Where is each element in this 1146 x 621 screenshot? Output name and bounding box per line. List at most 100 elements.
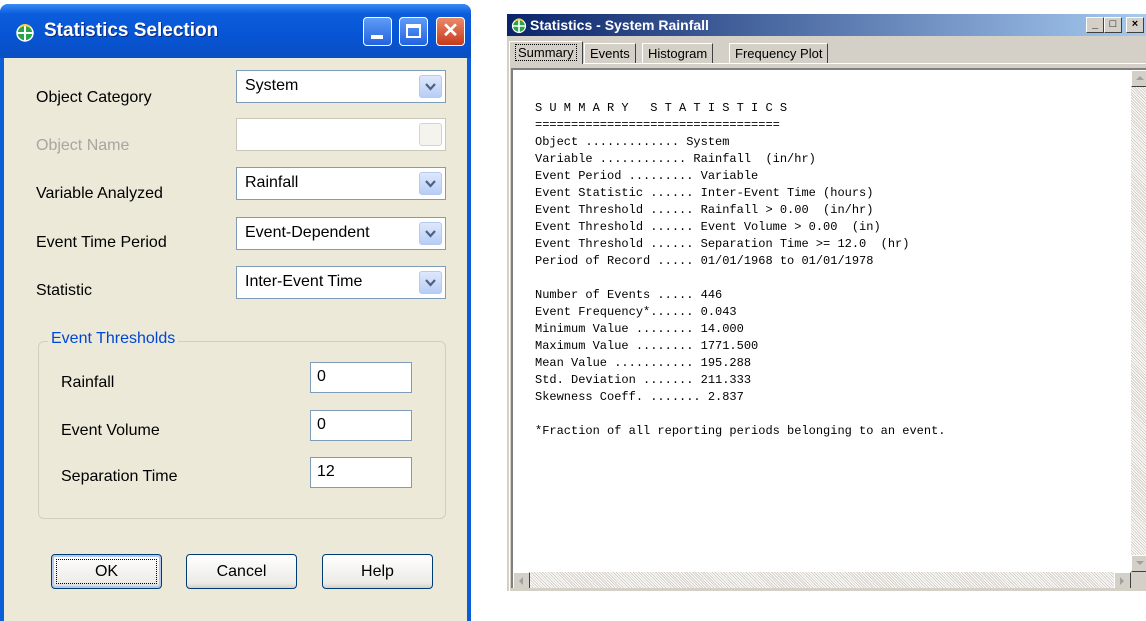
- variable-analyzed-label: Variable Analyzed: [36, 185, 163, 202]
- help-button-label: Help: [361, 563, 394, 580]
- close-button[interactable]: ×: [1126, 17, 1144, 33]
- variable-analyzed-dropdown-button[interactable]: [419, 172, 442, 195]
- summary-footnote: *Fraction of all reporting periods belon…: [535, 424, 946, 438]
- event-time-period-value: Event-Dependent: [245, 224, 370, 241]
- tab-histogram-label: Histogram: [648, 46, 708, 61]
- scroll-up-button[interactable]: [1131, 70, 1146, 87]
- rainfall-threshold-value: 0: [317, 368, 326, 385]
- arrow-left-icon: [519, 577, 523, 585]
- close-button[interactable]: ✕: [436, 17, 465, 46]
- chevron-down-icon: [425, 279, 436, 287]
- statistic-select[interactable]: Inter-Event Time: [236, 266, 446, 299]
- summary-line-skewness: Skewness Coeff. ....... 2.837: [535, 390, 744, 404]
- variable-analyzed-value: Rainfall: [245, 174, 299, 191]
- chevron-down-icon: [425, 230, 436, 238]
- help-button[interactable]: Help: [322, 554, 433, 589]
- maximize-icon: □: [1109, 18, 1117, 30]
- summary-line-mean-value: Mean Value ........... 195.288: [535, 356, 752, 370]
- rainfall-threshold-input[interactable]: 0: [310, 362, 412, 393]
- scroll-down-button[interactable]: [1131, 555, 1146, 572]
- window-title: Statistics - System Rainfall: [530, 17, 709, 33]
- arrow-right-icon: [1120, 577, 1124, 585]
- statistic-value: Inter-Event Time: [245, 273, 363, 290]
- summary-line-variable: Variable ............ Rainfall (in/hr): [535, 152, 816, 166]
- summary-line-std-deviation: Std. Deviation ....... 211.333: [535, 373, 752, 387]
- tab-summary-label: Summary: [515, 44, 577, 61]
- statistic-label: Statistic: [36, 282, 93, 299]
- ok-button[interactable]: OK: [51, 554, 162, 589]
- summary-report-content: S U M M A R Y S T A T I S T I C S ======…: [535, 100, 945, 440]
- summary-heading: S U M M A R Y S T A T I S T I C S: [535, 101, 788, 115]
- summary-line-event-statistic: Event Statistic ...... Inter-Event Time …: [535, 186, 874, 200]
- statistics-report-window: Statistics - System Rainfall _ □ × Summa…: [507, 14, 1146, 591]
- summary-rule: ==================================: [535, 118, 780, 132]
- statistics-selection-dialog: Statistics Selection ✕ Object Category S…: [0, 4, 471, 621]
- vertical-scroll-track[interactable]: [1131, 87, 1146, 555]
- close-icon: ✕: [442, 20, 459, 42]
- event-time-period-select[interactable]: Event-Dependent: [236, 217, 446, 250]
- minimize-icon: [371, 35, 383, 39]
- separation-time-input[interactable]: 12: [310, 457, 412, 488]
- object-category-dropdown-button[interactable]: [419, 75, 442, 98]
- arrow-up-icon: [1136, 76, 1144, 80]
- close-icon: ×: [1131, 18, 1139, 30]
- horizontal-scrollbar[interactable]: [513, 572, 1131, 588]
- statistic-dropdown-button[interactable]: [419, 271, 442, 294]
- event-time-period-dropdown-button[interactable]: [419, 222, 442, 245]
- separation-time-label: Separation Time: [61, 468, 178, 485]
- tab-histogram[interactable]: Histogram: [642, 43, 714, 63]
- variable-analyzed-select[interactable]: Rainfall: [236, 167, 446, 200]
- summary-line-number-of-events: Number of Events ..... 446: [535, 288, 723, 302]
- tab-events[interactable]: Events: [584, 43, 636, 63]
- scrollbar-corner: [1131, 572, 1146, 588]
- event-volume-threshold-label: Event Volume: [61, 422, 160, 439]
- object-name-dropdown-button: [419, 123, 442, 146]
- tab-summary[interactable]: Summary: [509, 41, 583, 64]
- summary-line-minimum-value: Minimum Value ........ 14.000: [535, 322, 744, 336]
- chevron-down-icon: [425, 83, 436, 91]
- object-category-label: Object Category: [36, 89, 152, 106]
- cancel-button[interactable]: Cancel: [186, 554, 297, 589]
- vertical-scrollbar[interactable]: [1131, 70, 1146, 572]
- object-category-select[interactable]: System: [236, 70, 446, 103]
- dialog-title: Statistics Selection: [44, 20, 219, 41]
- maximize-icon: [406, 24, 421, 38]
- scroll-right-button[interactable]: [1114, 572, 1131, 588]
- separation-time-value: 12: [317, 463, 335, 480]
- object-name-select: [236, 118, 446, 151]
- object-category-value: System: [245, 77, 299, 94]
- maximize-button[interactable]: [399, 17, 428, 46]
- swmm-app-icon: [511, 18, 527, 34]
- summary-line-maximum-value: Maximum Value ........ 1771.500: [535, 339, 759, 353]
- summary-line-object: Object ............. System: [535, 135, 730, 149]
- focus-rectangle: [56, 559, 157, 584]
- minimize-button[interactable]: [363, 17, 392, 46]
- event-thresholds-legend: Event Thresholds: [48, 330, 179, 348]
- dialog-body: Object Category System Object Name Varia…: [4, 58, 467, 621]
- event-time-period-label: Event Time Period: [36, 234, 167, 251]
- summary-line-event-frequency: Event Frequency*...... 0.043: [535, 305, 737, 319]
- event-volume-threshold-input[interactable]: 0: [310, 410, 412, 441]
- cancel-button-label: Cancel: [216, 563, 267, 580]
- summary-line-period-of-record: Period of Record ..... 01/01/1968 to 01/…: [535, 254, 874, 268]
- swmm-app-icon: [16, 24, 34, 42]
- summary-line-threshold-volume: Event Threshold ...... Event Volume > 0.…: [535, 220, 881, 234]
- chevron-down-icon: [425, 180, 436, 188]
- horizontal-scroll-track[interactable]: [530, 572, 1114, 588]
- summary-line-threshold-rainfall: Event Threshold ...... Rainfall > 0.00 (…: [535, 203, 874, 217]
- minimize-button[interactable]: _: [1086, 17, 1104, 33]
- event-volume-threshold-value: 0: [317, 416, 326, 433]
- tab-events-label: Events: [590, 46, 630, 61]
- summary-report-text[interactable]: S U M M A R Y S T A T I S T I C S ======…: [511, 68, 1146, 588]
- summary-line-event-period: Event Period ......... Variable: [535, 169, 759, 183]
- object-name-label: Object Name: [36, 137, 130, 154]
- dialog-titlebar[interactable]: Statistics Selection ✕: [0, 4, 471, 58]
- rainfall-threshold-label: Rainfall: [61, 374, 115, 391]
- maximize-button[interactable]: □: [1104, 17, 1122, 33]
- scroll-left-button[interactable]: [513, 572, 530, 588]
- summary-line-threshold-separation: Event Threshold ...... Separation Time >…: [535, 237, 910, 251]
- tab-frequency-plot[interactable]: Frequency Plot: [729, 43, 829, 63]
- window-titlebar[interactable]: Statistics - System Rainfall _ □ ×: [507, 14, 1146, 36]
- minimize-icon: _: [1091, 18, 1099, 30]
- arrow-down-icon: [1136, 561, 1144, 565]
